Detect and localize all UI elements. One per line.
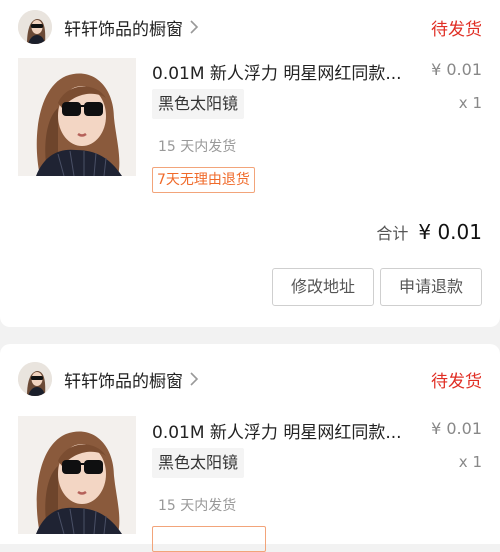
product-price: ¥ 0.01 (431, 60, 482, 79)
product-variant: 黑色太阳镜 (152, 448, 245, 478)
total-value: ¥ 0.01 (418, 220, 482, 244)
shop-header[interactable]: 轩轩饰品的橱窗 待发货 (18, 361, 482, 397)
ship-time: 15 天内发货 (158, 139, 237, 155)
product-image[interactable] (18, 416, 136, 534)
product-quantity: x 1 (458, 453, 482, 471)
product-image[interactable] (18, 58, 136, 176)
total-label: 合计 (376, 224, 409, 243)
product-quantity: x 1 (458, 94, 482, 112)
shop-avatar (18, 10, 52, 44)
shop-avatar (18, 362, 52, 396)
shop-name[interactable]: 轩轩饰品的橱窗 (64, 15, 183, 40)
chevron-right-icon[interactable] (189, 372, 203, 386)
product-variant: 黑色太阳镜 (152, 89, 245, 119)
order-status: 待发货 (431, 19, 482, 40)
ship-time: 15 天内发货 (158, 498, 237, 514)
return-policy-badge: 7天无理由退货 (152, 167, 255, 193)
chevron-right-icon[interactable] (189, 20, 203, 34)
return-policy-badge (152, 526, 266, 552)
shop-header[interactable]: 轩轩饰品的橱窗 待发货 (18, 9, 482, 45)
shop-name[interactable]: 轩轩饰品的橱窗 (64, 367, 183, 392)
refund-button[interactable]: 申请退款 (380, 268, 482, 306)
order-status: 待发货 (431, 371, 482, 392)
change-address-button[interactable]: 修改地址 (272, 268, 374, 306)
order-total: 合计 ¥ 0.01 (376, 220, 482, 244)
product-title[interactable]: 0.01M 新人浮力 明星网红同款... (152, 59, 412, 84)
product-price: ¥ 0.01 (431, 419, 482, 438)
product-title[interactable]: 0.01M 新人浮力 明星网红同款... (152, 418, 412, 443)
order-card[interactable]: 轩轩饰品的橱窗 待发货 0.01M 新人浮力 明星网红同款... ¥ 0.01 … (0, 344, 500, 552)
order-card[interactable]: 轩轩饰品的橱窗 待发货 0.01M 新人浮力 明星网红同款... ¥ 0.01 … (0, 0, 500, 327)
